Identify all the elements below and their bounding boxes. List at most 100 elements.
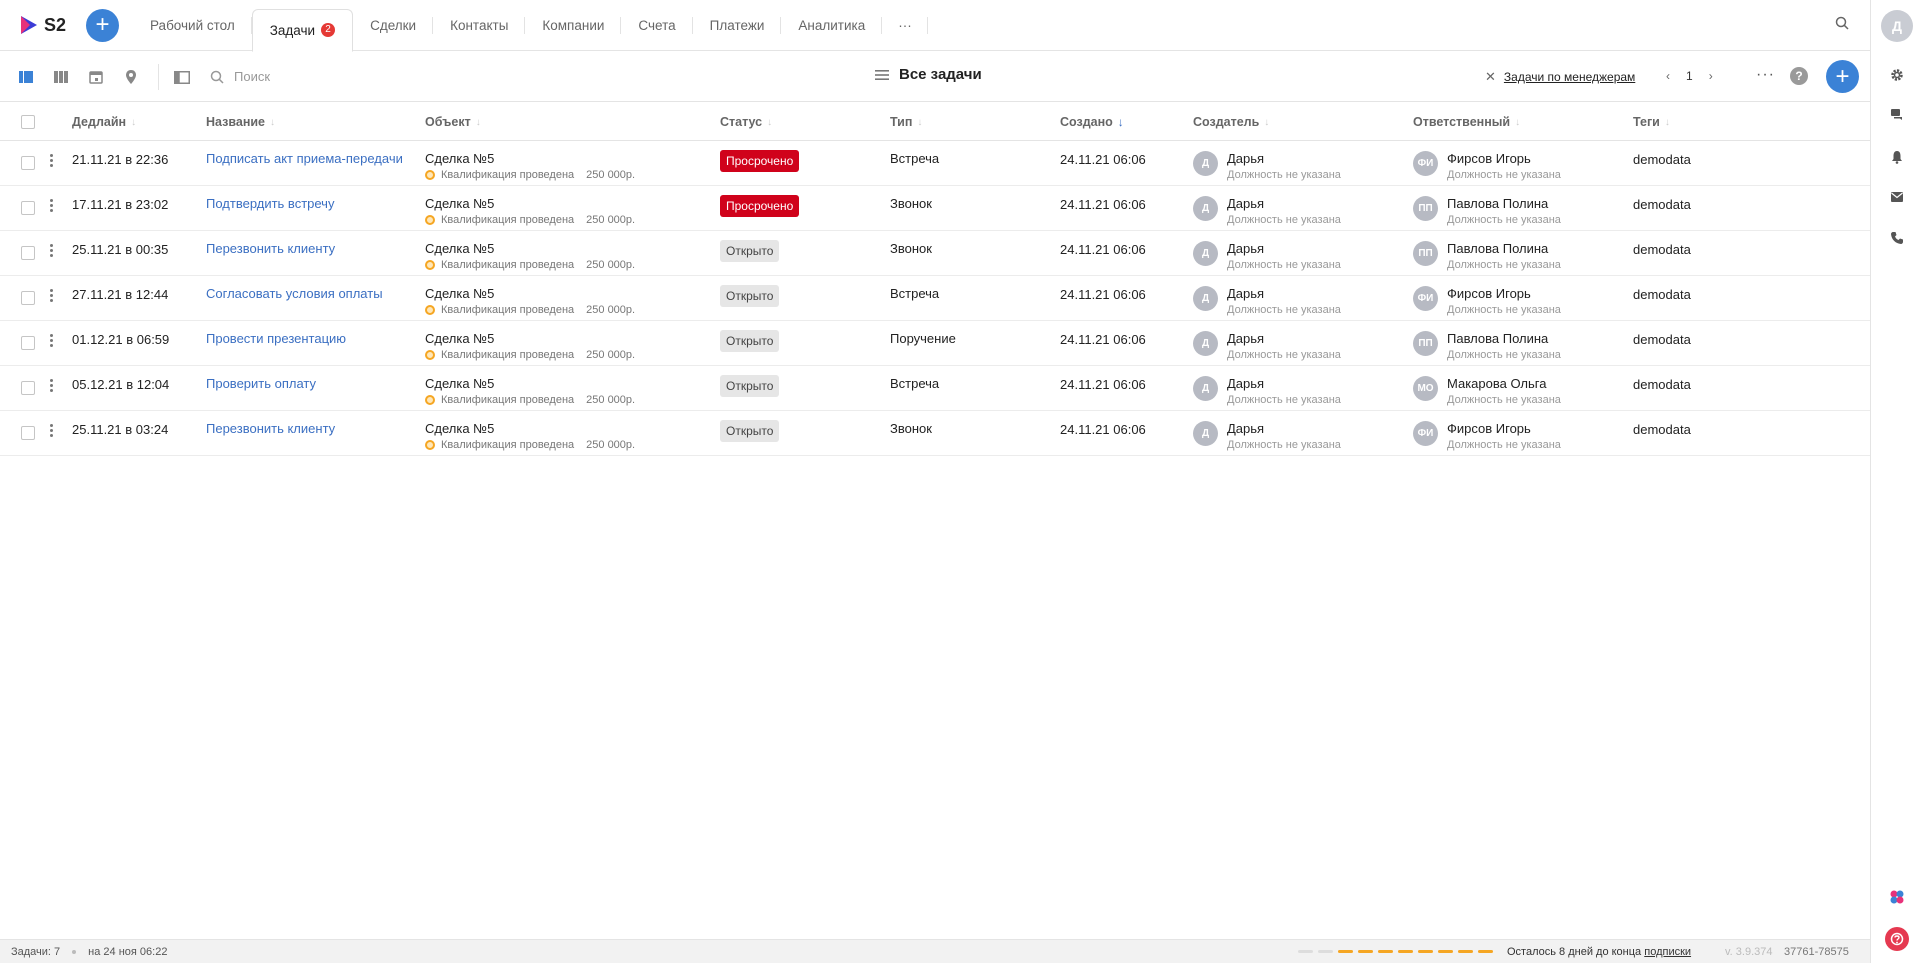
object-link[interactable]: Сделка №5 — [425, 196, 635, 211]
tag[interactable]: demodata — [1633, 332, 1691, 347]
tag[interactable]: demodata — [1633, 422, 1691, 437]
tag[interactable]: demodata — [1633, 152, 1691, 167]
responsible-name[interactable]: Фирсов Игорь — [1447, 151, 1561, 166]
creator-name[interactable]: Дарья — [1227, 241, 1341, 256]
task-name-link[interactable]: Подтвердить встречу — [206, 196, 334, 211]
search-input[interactable]: Поиск — [234, 69, 270, 84]
creator-name[interactable]: Дарья — [1227, 196, 1341, 211]
row-checkbox[interactable] — [21, 156, 35, 170]
global-search-icon[interactable] — [1835, 16, 1849, 33]
tag[interactable]: demodata — [1633, 197, 1691, 212]
tab-invoices[interactable]: Счета — [621, 0, 693, 51]
responsible-name[interactable]: Павлова Полина — [1447, 241, 1561, 256]
creator-name[interactable]: Дарья — [1227, 151, 1341, 166]
column-type[interactable]: Тип ↓ — [890, 115, 922, 129]
column-name[interactable]: Название ↓ — [206, 115, 275, 129]
task-name-link[interactable]: Проверить оплату — [206, 376, 316, 391]
object-link[interactable]: Сделка №5 — [425, 331, 635, 346]
phone-icon[interactable] — [1888, 229, 1906, 247]
object-link[interactable]: Сделка №5 — [425, 286, 635, 301]
row-checkbox[interactable] — [21, 381, 35, 395]
row-checkbox[interactable] — [21, 246, 35, 260]
logo[interactable]: S2 — [18, 14, 86, 36]
column-responsible[interactable]: Ответственный ↓ — [1413, 115, 1520, 129]
responsible-name[interactable]: Павлова Полина — [1447, 331, 1561, 346]
tab-deals[interactable]: Сделки — [353, 0, 434, 51]
row-menu-icon[interactable] — [50, 154, 54, 167]
responsible-name[interactable]: Павлова Полина — [1447, 196, 1561, 211]
task-name-link[interactable]: Перезвонить клиенту — [206, 421, 335, 436]
tab-payments[interactable]: Платежи — [693, 0, 782, 51]
row-checkbox[interactable] — [21, 336, 35, 350]
tag[interactable]: demodata — [1633, 287, 1691, 302]
column-object[interactable]: Объект ↓ — [425, 115, 481, 129]
calendar-view-icon[interactable] — [86, 67, 106, 87]
row-menu-icon[interactable] — [50, 379, 54, 392]
chat-icon[interactable] — [1888, 106, 1906, 124]
subscription-link[interactable]: подписки — [1644, 946, 1691, 958]
apps-icon[interactable] — [1888, 888, 1906, 906]
table-row[interactable]: 27.11.21 в 12:44 Согласовать условия опла… — [0, 276, 1870, 321]
creator-name[interactable]: Дарья — [1227, 376, 1341, 391]
tab-more[interactable]: ··· — [882, 0, 928, 51]
table-row[interactable]: 21.11.21 в 22:36 Подписать акт приема-пер… — [0, 141, 1870, 186]
tab-dashboard[interactable]: Рабочий стол — [133, 0, 252, 51]
table-row[interactable]: 01.12.21 в 06:59 Провести презентацию Сдел… — [0, 321, 1870, 366]
sidebar-toggle-icon[interactable] — [172, 67, 192, 87]
column-status[interactable]: Статус ↓ — [720, 115, 772, 129]
select-all-checkbox[interactable] — [21, 115, 35, 129]
gear-icon[interactable] — [1888, 66, 1906, 84]
column-creator[interactable]: Создатель ↓ — [1193, 115, 1269, 129]
map-view-icon[interactable] — [121, 67, 141, 87]
column-deadline[interactable]: Дедлайн ↓ — [72, 115, 136, 129]
tab-tasks[interactable]: Задачи 2 — [251, 8, 354, 52]
row-menu-icon[interactable] — [50, 289, 54, 302]
user-avatar[interactable]: Д — [1881, 10, 1913, 42]
help-icon[interactable]: ? — [1790, 67, 1808, 85]
row-menu-icon[interactable] — [50, 199, 54, 212]
add-task-button[interactable]: + — [1826, 60, 1859, 93]
chevron-left-icon[interactable]: ‹ — [1666, 69, 1670, 83]
kanban-view-icon[interactable] — [51, 67, 71, 87]
tab-analytics[interactable]: Аналитика — [781, 0, 883, 51]
support-icon[interactable] — [1885, 927, 1909, 951]
row-menu-icon[interactable] — [50, 244, 54, 257]
task-name-link[interactable]: Перезвонить клиенту — [206, 241, 335, 256]
row-checkbox[interactable] — [21, 201, 35, 215]
table-row[interactable]: 25.11.21 в 03:24 Перезвонить клиенту Сделк… — [0, 411, 1870, 456]
creator-name[interactable]: Дарья — [1227, 286, 1341, 301]
tag[interactable]: demodata — [1633, 242, 1691, 257]
responsible-name[interactable]: Макарова Ольга — [1447, 376, 1561, 391]
row-checkbox[interactable] — [21, 426, 35, 440]
mail-icon[interactable] — [1888, 188, 1906, 206]
tab-contacts[interactable]: Контакты — [433, 0, 526, 51]
creator-name[interactable]: Дарья — [1227, 421, 1341, 436]
table-row[interactable]: 17.11.21 в 23:02 Подтвердить встречу Сделк… — [0, 186, 1870, 231]
row-menu-icon[interactable] — [50, 424, 54, 437]
tag[interactable]: demodata — [1633, 377, 1691, 392]
responsible-name[interactable]: Фирсов Игорь — [1447, 286, 1561, 301]
list-view-icon[interactable] — [16, 67, 36, 87]
filter-link[interactable]: Задачи по менеджерам — [1504, 70, 1635, 84]
create-button[interactable]: + — [86, 8, 119, 42]
view-selector[interactable]: Все задачи — [875, 66, 982, 83]
table-row[interactable]: 25.11.21 в 00:35 Перезвонить клиенту Сделк… — [0, 231, 1870, 276]
object-link[interactable]: Сделка №5 — [425, 151, 635, 166]
task-name-link[interactable]: Согласовать условия оплаты — [206, 286, 383, 301]
more-icon[interactable]: ··· — [1756, 66, 1775, 84]
task-name-link[interactable]: Подписать акт приема-передачи — [206, 151, 403, 166]
column-tags[interactable]: Теги ↓ — [1633, 115, 1670, 129]
table-row[interactable]: 05.12.21 в 12:04 Проверить оплату Сделка №… — [0, 366, 1870, 411]
chevron-right-icon[interactable]: › — [1709, 69, 1713, 83]
creator-name[interactable]: Дарья — [1227, 331, 1341, 346]
close-icon[interactable]: ✕ — [1485, 69, 1496, 85]
row-checkbox[interactable] — [21, 291, 35, 305]
object-link[interactable]: Сделка №5 — [425, 376, 635, 391]
bell-icon[interactable] — [1888, 148, 1906, 166]
row-menu-icon[interactable] — [50, 334, 54, 347]
column-created[interactable]: Создано ↓ — [1060, 115, 1124, 129]
tab-companies[interactable]: Компании — [525, 0, 622, 51]
object-link[interactable]: Сделка №5 — [425, 421, 635, 436]
object-link[interactable]: Сделка №5 — [425, 241, 635, 256]
responsible-name[interactable]: Фирсов Игорь — [1447, 421, 1561, 436]
